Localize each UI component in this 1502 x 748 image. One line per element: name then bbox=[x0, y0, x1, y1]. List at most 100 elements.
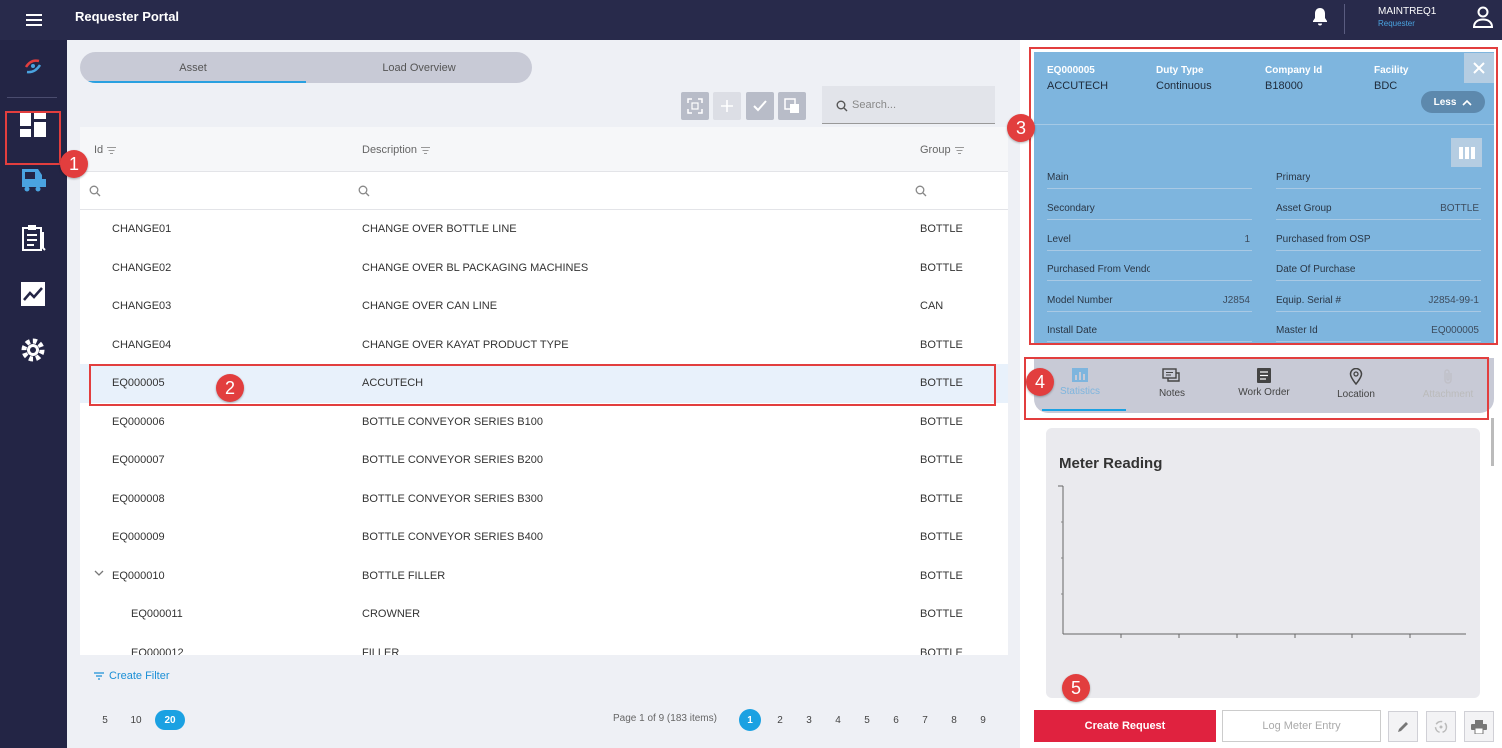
annotation-badge: 3 bbox=[1007, 114, 1035, 142]
analytics-chart-icon[interactable] bbox=[17, 278, 49, 310]
cell-description: BOTTLE CONVEYOR SERIES B100 bbox=[362, 415, 543, 428]
user-name: MAINTREQ1 bbox=[1378, 6, 1437, 17]
table-row[interactable]: EQ000009 BOTTLE CONVEYOR SERIES B400 BOT… bbox=[80, 518, 1008, 557]
edit-button[interactable] bbox=[1388, 711, 1418, 742]
page-number[interactable]: 8 bbox=[943, 709, 965, 731]
column-header-group[interactable]: Group bbox=[920, 144, 964, 156]
cell-id: EQ000012 bbox=[131, 646, 184, 656]
search-input[interactable] bbox=[852, 96, 987, 114]
create-filter-link[interactable]: Create Filter bbox=[94, 670, 170, 682]
cell-id: CHANGE02 bbox=[112, 261, 172, 274]
hamburger-menu-icon[interactable] bbox=[26, 11, 42, 29]
cell-group: BOTTLE bbox=[920, 338, 963, 351]
top-divider bbox=[1344, 4, 1345, 34]
table-row[interactable]: CHANGE02 CHANGE OVER BL PACKAGING MACHIN… bbox=[80, 249, 1008, 288]
printer-icon bbox=[1471, 719, 1487, 734]
top-bar: Requester Portal MAINTREQ1 Requester bbox=[0, 0, 1502, 40]
table-row[interactable]: EQ000010 BOTTLE FILLER BOTTLE bbox=[80, 557, 1008, 596]
table-row[interactable]: CHANGE04 CHANGE OVER KAYAT PRODUCT TYPE … bbox=[80, 326, 1008, 365]
app-title: Requester Portal bbox=[75, 9, 180, 24]
pencil-icon bbox=[1398, 721, 1408, 732]
grid-rows: CHANGE01 CHANGE OVER BOTTLE LINE BOTTLE … bbox=[80, 210, 1008, 655]
user-profile-icon[interactable] bbox=[1472, 5, 1494, 29]
table-row[interactable]: CHANGE03 CHANGE OVER CAN LINE CAN bbox=[80, 287, 1008, 326]
annotation-highlight-subtabs bbox=[1024, 357, 1489, 420]
table-row[interactable]: EQ000008 BOTTLE CONVEYOR SERIES B300 BOT… bbox=[80, 480, 1008, 519]
filter-icon[interactable] bbox=[954, 146, 964, 154]
cell-description: BOTTLE CONVEYOR SERIES B200 bbox=[362, 454, 543, 466]
cell-group: BOTTLE bbox=[920, 569, 963, 582]
search-icon[interactable] bbox=[89, 185, 101, 197]
scan-button[interactable] bbox=[681, 92, 709, 120]
print-button[interactable] bbox=[1464, 711, 1494, 742]
table-row[interactable]: EQ000006 BOTTLE CONVEYOR SERIES B100 BOT… bbox=[80, 403, 1008, 442]
brand-logo-icon[interactable] bbox=[17, 50, 49, 82]
cell-group: BOTTLE bbox=[920, 454, 963, 466]
log-meter-entry-button[interactable]: Log Meter Entry bbox=[1222, 710, 1381, 742]
cell-group: BOTTLE bbox=[920, 223, 963, 235]
cell-id: EQ000006 bbox=[112, 415, 165, 428]
page-number[interactable]: 9 bbox=[972, 709, 994, 731]
grid-header: Id Description Group bbox=[80, 127, 1008, 172]
cell-group: BOTTLE bbox=[920, 646, 963, 656]
column-header-id[interactable]: Id bbox=[94, 144, 117, 156]
scrollbar[interactable] bbox=[1491, 418, 1494, 466]
cell-group: BOTTLE bbox=[920, 492, 963, 505]
cell-group: BOTTLE bbox=[920, 608, 963, 620]
create-request-button[interactable]: Create Request bbox=[1034, 710, 1216, 742]
view-tabs: Asset Load Overview bbox=[80, 52, 532, 83]
page-info: Page 1 of 9 (183 items) bbox=[613, 713, 717, 724]
page-number[interactable]: 6 bbox=[885, 709, 907, 731]
sync-button[interactable] bbox=[1426, 711, 1456, 742]
add-button[interactable] bbox=[713, 92, 741, 120]
confirm-button[interactable] bbox=[746, 92, 774, 120]
page-number[interactable]: 4 bbox=[827, 709, 849, 731]
column-header-label: Group bbox=[920, 144, 951, 156]
page-size-option[interactable]: 5 bbox=[92, 710, 118, 730]
cell-group: BOTTLE bbox=[920, 531, 963, 543]
copy-button[interactable] bbox=[778, 92, 806, 120]
page-number[interactable]: 3 bbox=[798, 709, 820, 731]
table-row[interactable]: CHANGE01 CHANGE OVER BOTTLE LINE BOTTLE bbox=[80, 210, 1008, 249]
annotation-highlight-detail bbox=[1029, 47, 1498, 345]
notification-bell-icon[interactable] bbox=[1311, 7, 1329, 27]
filter-icon[interactable] bbox=[107, 146, 117, 154]
cell-id: EQ000007 bbox=[112, 454, 165, 466]
chevron-down-icon[interactable] bbox=[94, 569, 104, 580]
asset-equipment-icon[interactable] bbox=[17, 162, 49, 194]
user-role: Requester bbox=[1378, 19, 1415, 28]
annotation-highlight-nav bbox=[5, 111, 61, 165]
search-icon[interactable] bbox=[915, 185, 927, 197]
cell-group: BOTTLE bbox=[920, 261, 963, 274]
tab-load-overview[interactable]: Load Overview bbox=[306, 52, 532, 83]
cell-description: BOTTLE FILLER bbox=[362, 569, 446, 582]
annotation-badge: 2 bbox=[216, 374, 244, 402]
cell-id: CHANGE03 bbox=[112, 300, 172, 312]
cell-id: EQ000010 bbox=[112, 569, 165, 582]
clipboard-icon[interactable] bbox=[17, 222, 49, 254]
search-icon bbox=[836, 99, 848, 117]
meter-reading-chart bbox=[1058, 485, 1466, 638]
table-row[interactable]: EQ000007 BOTTLE CONVEYOR SERIES B200 BOT… bbox=[80, 441, 1008, 480]
page-size-option-active[interactable]: 20 bbox=[155, 710, 185, 730]
search-icon[interactable] bbox=[358, 185, 370, 197]
table-row[interactable]: EQ000012 FILLER BOTTLE bbox=[80, 634, 1008, 656]
page-size-option[interactable]: 10 bbox=[123, 710, 149, 730]
filter-icon[interactable] bbox=[421, 146, 431, 154]
cell-description: CHANGE OVER BL PACKAGING MACHINES bbox=[362, 261, 589, 274]
cell-id: CHANGE04 bbox=[112, 338, 172, 351]
page-number[interactable]: 7 bbox=[914, 709, 936, 731]
create-filter-label: Create Filter bbox=[109, 670, 170, 682]
tab-asset[interactable]: Asset bbox=[80, 52, 306, 83]
filter-icon bbox=[94, 672, 104, 680]
sync-icon bbox=[1434, 720, 1448, 733]
meter-reading-card: Meter Reading bbox=[1046, 428, 1480, 698]
meter-reading-title: Meter Reading bbox=[1059, 455, 1163, 472]
table-row[interactable]: EQ000011 CROWNER BOTTLE bbox=[80, 595, 1008, 634]
page-number-active[interactable]: 1 bbox=[739, 709, 761, 731]
column-header-description[interactable]: Description bbox=[362, 144, 431, 156]
cell-id: EQ000008 bbox=[112, 492, 165, 505]
page-number[interactable]: 5 bbox=[856, 709, 878, 731]
page-number[interactable]: 2 bbox=[769, 709, 791, 731]
settings-gear-icon[interactable] bbox=[17, 334, 49, 366]
